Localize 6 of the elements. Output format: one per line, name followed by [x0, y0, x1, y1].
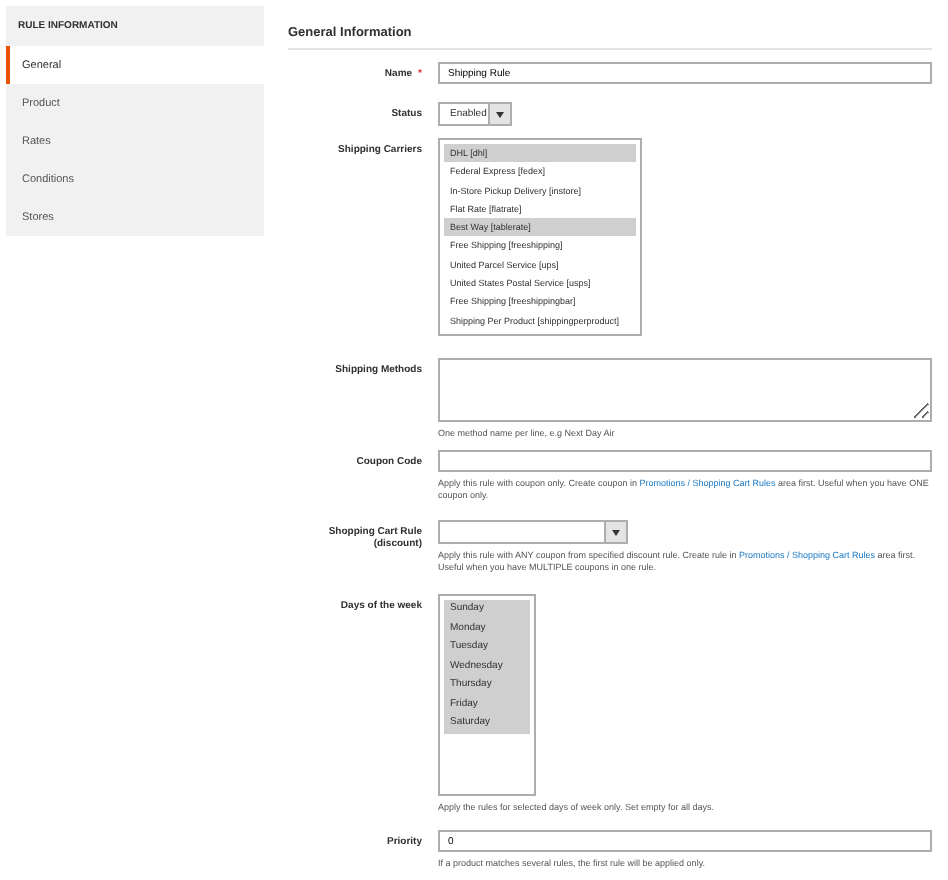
caret-icon — [496, 111, 504, 117]
text-field[interactable] — [438, 450, 932, 472]
textarea-field[interactable] — [438, 358, 932, 422]
caret-icon — [612, 529, 620, 535]
select-field[interactable] — [438, 520, 628, 544]
multiselect-list[interactable] — [438, 138, 642, 336]
